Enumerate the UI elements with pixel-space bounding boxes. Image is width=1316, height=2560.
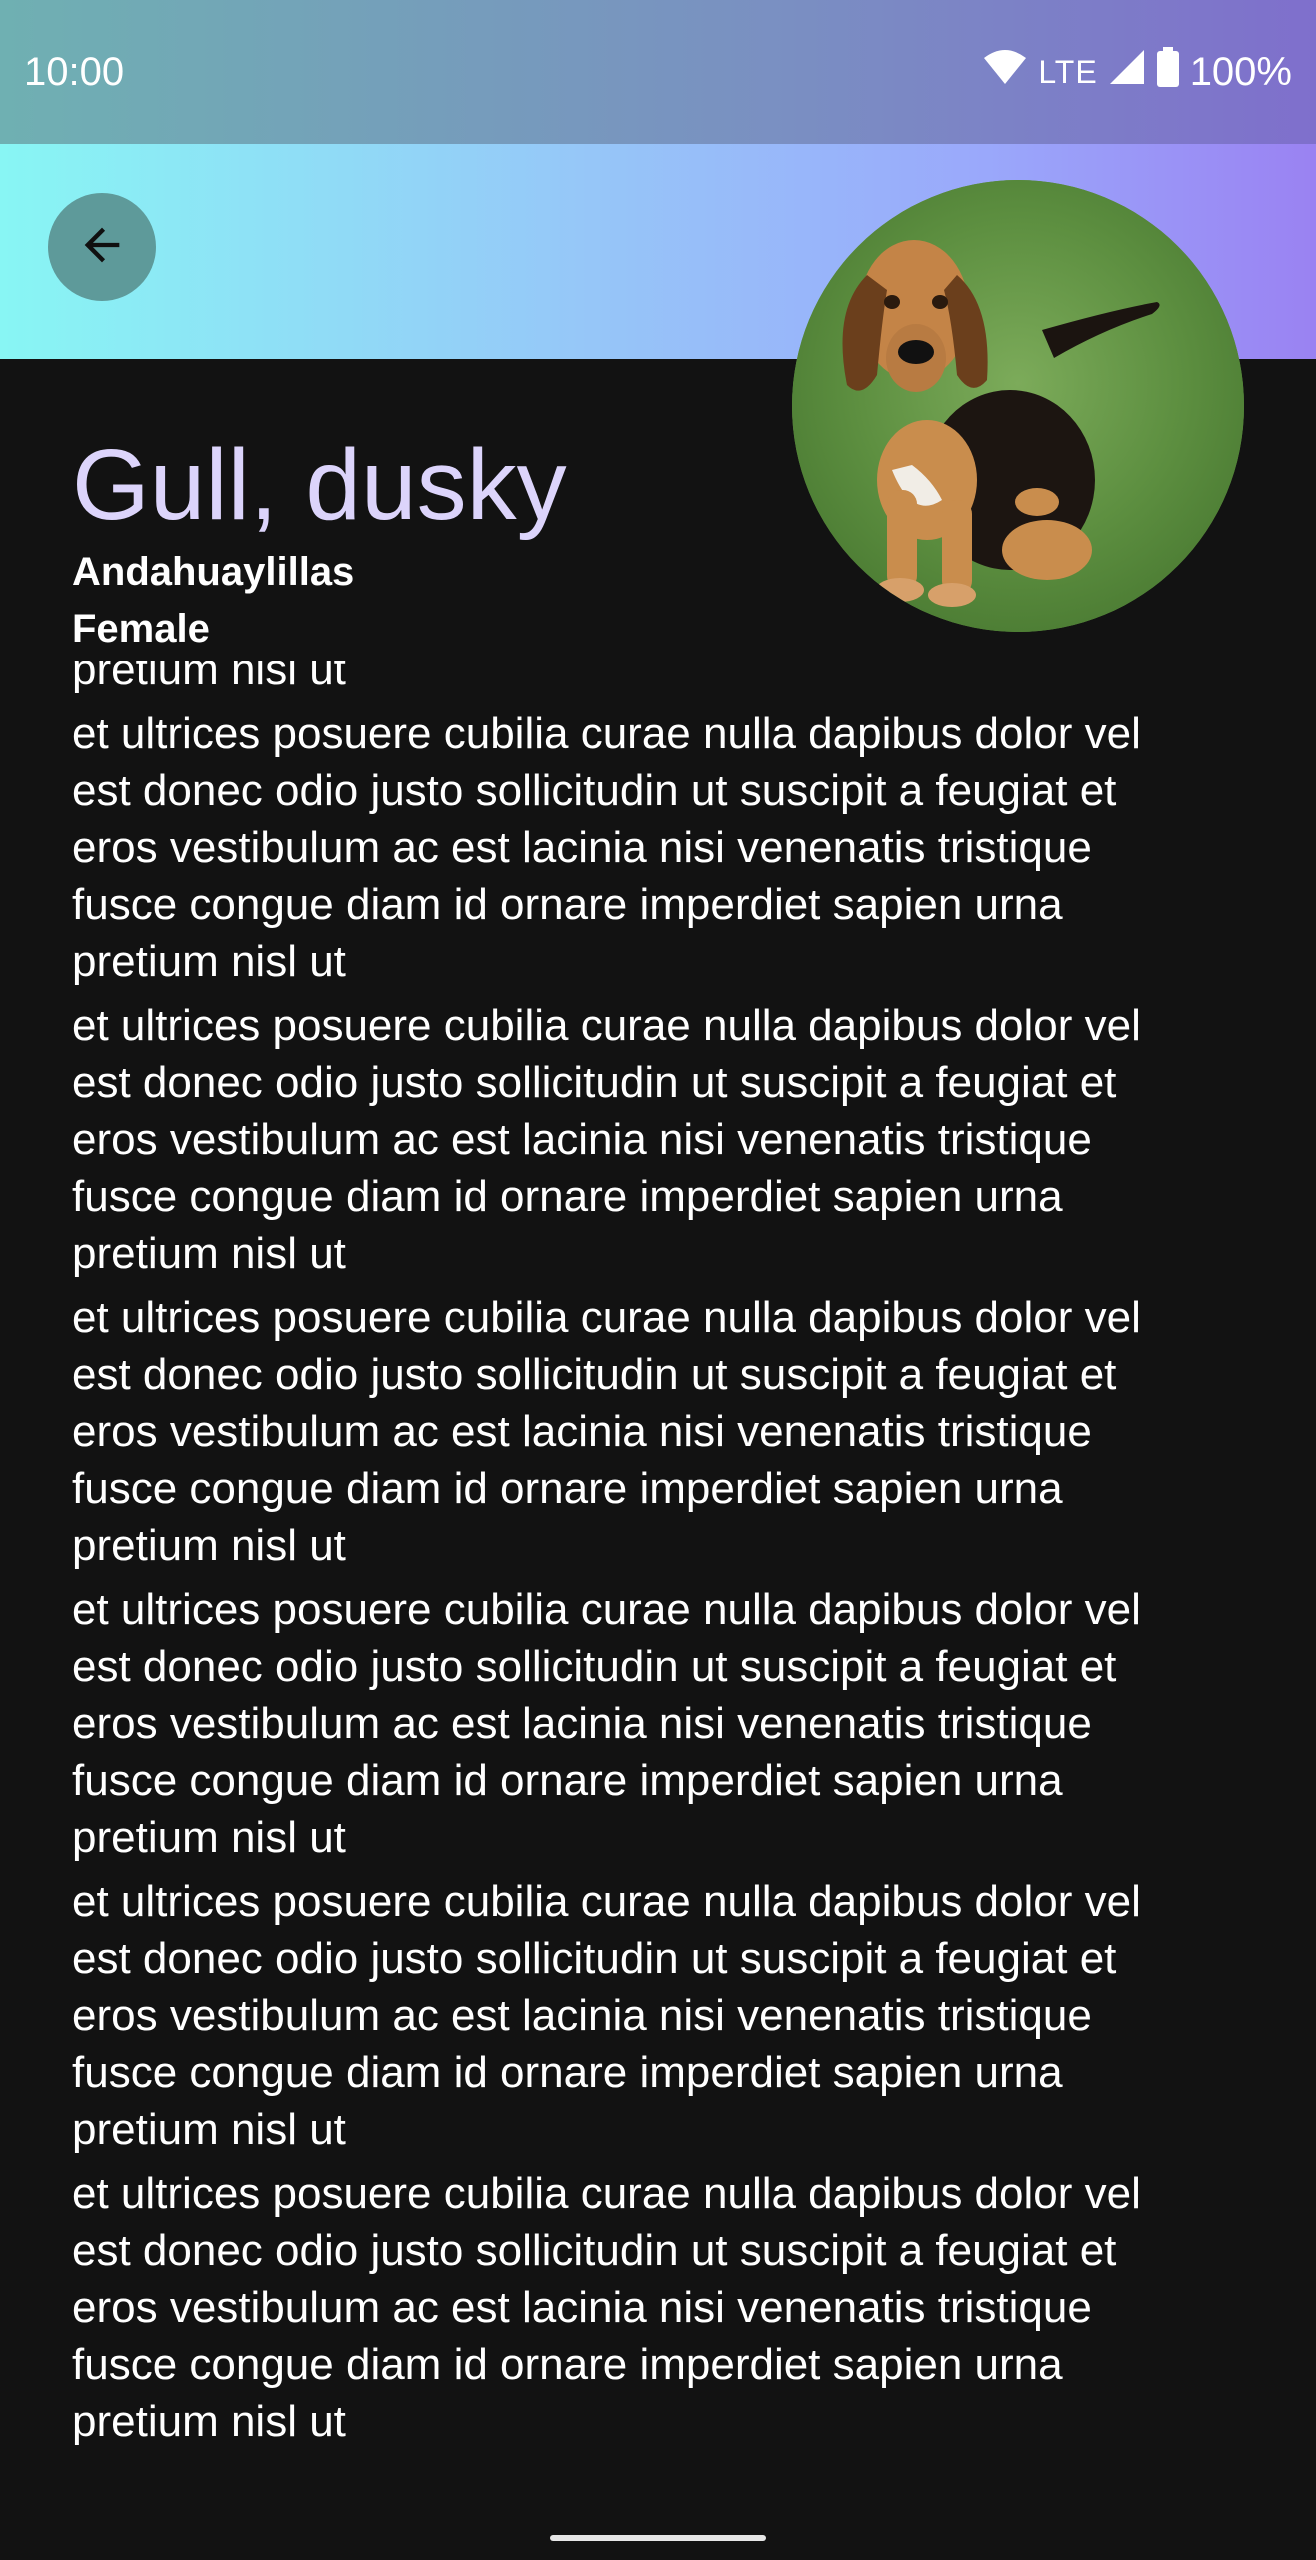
paragraph-line: fusce congue diam id ornare imperdiet sa… xyxy=(72,880,1063,929)
paragraph-line: est donec odio justo sollicitudin ut sus… xyxy=(72,1058,1117,1107)
paragraph-line: fusce congue diam id ornare imperdiet sa… xyxy=(72,1464,1063,1513)
description-paragraph: et ultrices posuere cubilia curae nulla … xyxy=(72,1289,1252,1574)
paragraph-line: pretium nisl ut xyxy=(72,1521,346,1570)
paragraph-line: et ultrices posuere cubilia curae nulla … xyxy=(72,1001,1141,1050)
battery-level: 100% xyxy=(1189,49,1292,94)
paragraph-line: eros vestibulum ac est lacinia nisi vene… xyxy=(72,1991,1092,2040)
description-scroll[interactable]: pretium nisl ut et ultrices posuere cubi… xyxy=(0,661,1316,2560)
app-screen: 10:00 LTE 100% Gull, dusky Andahuaylilla… xyxy=(0,0,1316,2560)
status-bar: 10:00 LTE 100% xyxy=(0,0,1316,144)
paragraph-line: et ultrices posuere cubilia curae nulla … xyxy=(72,1585,1141,1634)
paragraph-line: est donec odio justo sollicitudin ut sus… xyxy=(72,2226,1117,2275)
description-text: pretium nisl ut et ultrices posuere cubi… xyxy=(72,661,1252,2457)
paragraph-line: eros vestibulum ac est lacinia nisi vene… xyxy=(72,1115,1092,1164)
paragraph-line: pretium nisl ut xyxy=(72,1813,346,1862)
battery-icon xyxy=(1156,47,1180,97)
paragraph-line: eros vestibulum ac est lacinia nisi vene… xyxy=(72,1407,1092,1456)
dog-photo-icon xyxy=(792,180,1244,632)
paragraph-line: pretium nisl ut xyxy=(72,937,346,986)
description-paragraph: et ultrices posuere cubilia curae nulla … xyxy=(72,705,1252,990)
paragraph-line: pretium nisl ut xyxy=(72,2105,346,2154)
paragraph-line: fusce congue diam id ornare imperdiet sa… xyxy=(72,2048,1063,2097)
paragraph-line: fusce congue diam id ornare imperdiet sa… xyxy=(72,1172,1063,1221)
description-paragraph: et ultrices posuere cubilia curae nulla … xyxy=(72,997,1252,1282)
paragraph-line: est donec odio justo sollicitudin ut sus… xyxy=(72,766,1117,815)
paragraph-line: eros vestibulum ac est lacinia nisi vene… xyxy=(72,823,1092,872)
description-paragraph: et ultrices posuere cubilia curae nulla … xyxy=(72,1581,1252,1866)
avatar xyxy=(792,180,1244,632)
description-paragraph: et ultrices posuere cubilia curae nulla … xyxy=(72,2165,1252,2450)
paragraph-line: fusce congue diam id ornare imperdiet sa… xyxy=(72,2340,1063,2389)
paragraph-line: et ultrices posuere cubilia curae nulla … xyxy=(72,1877,1141,1926)
detail-content: Gull, dusky Andahuaylillas Female pretiu… xyxy=(0,359,1316,2560)
paragraph-line: eros vestibulum ac est lacinia nisi vene… xyxy=(72,2283,1092,2332)
paragraph-line: pretium nisl ut xyxy=(72,2397,346,2446)
gesture-navigation-bar[interactable] xyxy=(550,2535,766,2541)
paragraph-line: eros vestibulum ac est lacinia nisi vene… xyxy=(72,1699,1092,1748)
status-icons: LTE 100% xyxy=(982,46,1292,98)
paragraph-line: et ultrices posuere cubilia curae nulla … xyxy=(72,2169,1141,2218)
description-paragraph: et ultrices posuere cubilia curae nulla … xyxy=(72,1873,1252,2158)
status-time: 10:00 xyxy=(24,50,125,94)
paragraph-list: et ultrices posuere cubilia curae nulla … xyxy=(72,705,1252,2450)
paragraph-line: est donec odio justo sollicitudin ut sus… xyxy=(72,1350,1117,1399)
network-type: LTE xyxy=(1038,53,1098,90)
paragraph-line: et ultrices posuere cubilia curae nulla … xyxy=(72,709,1141,758)
paragraph-line: est donec odio justo sollicitudin ut sus… xyxy=(72,1934,1117,1983)
page-title: Gull, dusky xyxy=(72,429,567,541)
paragraph-line: et ultrices posuere cubilia curae nulla … xyxy=(72,1293,1141,1342)
gender-label: Female xyxy=(72,607,210,651)
paragraph-line: est donec odio justo sollicitudin ut sus… xyxy=(72,1642,1117,1691)
paragraph-line: fusce congue diam id ornare imperdiet sa… xyxy=(72,1756,1063,1805)
arrow-back-icon xyxy=(76,219,128,276)
back-button[interactable] xyxy=(48,193,156,301)
signal-icon xyxy=(1108,48,1146,96)
location-label: Andahuaylillas xyxy=(72,550,355,594)
paragraph-line: pretium nisl ut xyxy=(72,1229,346,1278)
wifi-icon xyxy=(982,48,1028,96)
partial-text-line: pretium nisl ut xyxy=(72,661,346,694)
